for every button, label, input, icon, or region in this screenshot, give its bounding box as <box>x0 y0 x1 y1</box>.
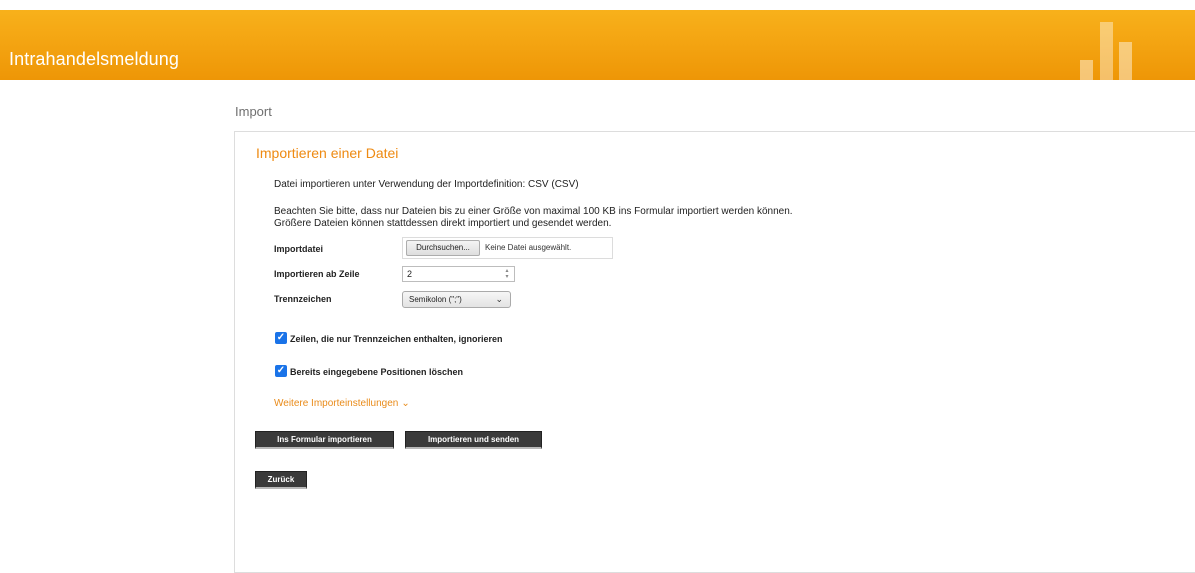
more-settings-label: Weitere Importeinstellungen <box>274 398 399 409</box>
back-button[interactable]: Zurück <box>255 471 307 489</box>
bar-chart-logo-icon <box>1080 10 1140 80</box>
ignore-separator-rows-label[interactable]: Zeilen, die nur Trennzeichen enthalten, … <box>290 334 503 344</box>
separator-label: Trennzeichen <box>274 294 332 304</box>
import-and-send-button[interactable]: Importieren und senden <box>405 431 542 449</box>
chevron-down-icon: ⌄ <box>495 294 503 304</box>
more-settings-link[interactable]: Weitere Importeinstellungen ⌄ <box>274 398 410 409</box>
start-row-value: 2 <box>407 269 413 279</box>
app-header: Intrahandelsmeldung <box>0 10 1195 80</box>
delete-positions-checkbox[interactable]: ✓ <box>275 365 287 377</box>
import-definition-text: Datei importieren unter Verwendung der I… <box>274 179 579 190</box>
import-to-form-button[interactable]: Ins Formular importieren <box>255 431 394 449</box>
browse-button[interactable]: Durchsuchen... <box>406 240 480 256</box>
import-panel: Importieren einer Datei Datei importiere… <box>234 131 1195 573</box>
separator-value: Semikolon (";") <box>409 295 462 304</box>
size-notice-line2: Größere Dateien können stattdessen direk… <box>274 218 612 229</box>
start-row-label: Importieren ab Zeile <box>274 269 360 279</box>
ignore-separator-rows-checkbox[interactable]: ✓ <box>275 332 287 344</box>
app-title: Intrahandelsmeldung <box>9 49 180 69</box>
file-status: Keine Datei ausgewählt. <box>485 243 572 252</box>
spinner-icon[interactable]: ▴ ▾ <box>501 268 513 280</box>
file-input[interactable]: Durchsuchen... Keine Datei ausgewählt. <box>402 237 613 259</box>
panel-title: Importieren einer Datei <box>256 145 399 161</box>
separator-select[interactable]: Semikolon (";") ⌄ <box>402 291 511 308</box>
delete-positions-label[interactable]: Bereits eingegebene Positionen löschen <box>290 367 463 377</box>
size-notice-line1: Beachten Sie bitte, dass nur Dateien bis… <box>274 206 793 217</box>
start-row-input[interactable]: 2 ▴ ▾ <box>402 266 515 282</box>
chevron-down-icon: ⌄ <box>401 398 410 409</box>
page-title: Import <box>235 104 272 119</box>
importfile-label: Importdatei <box>274 244 324 254</box>
